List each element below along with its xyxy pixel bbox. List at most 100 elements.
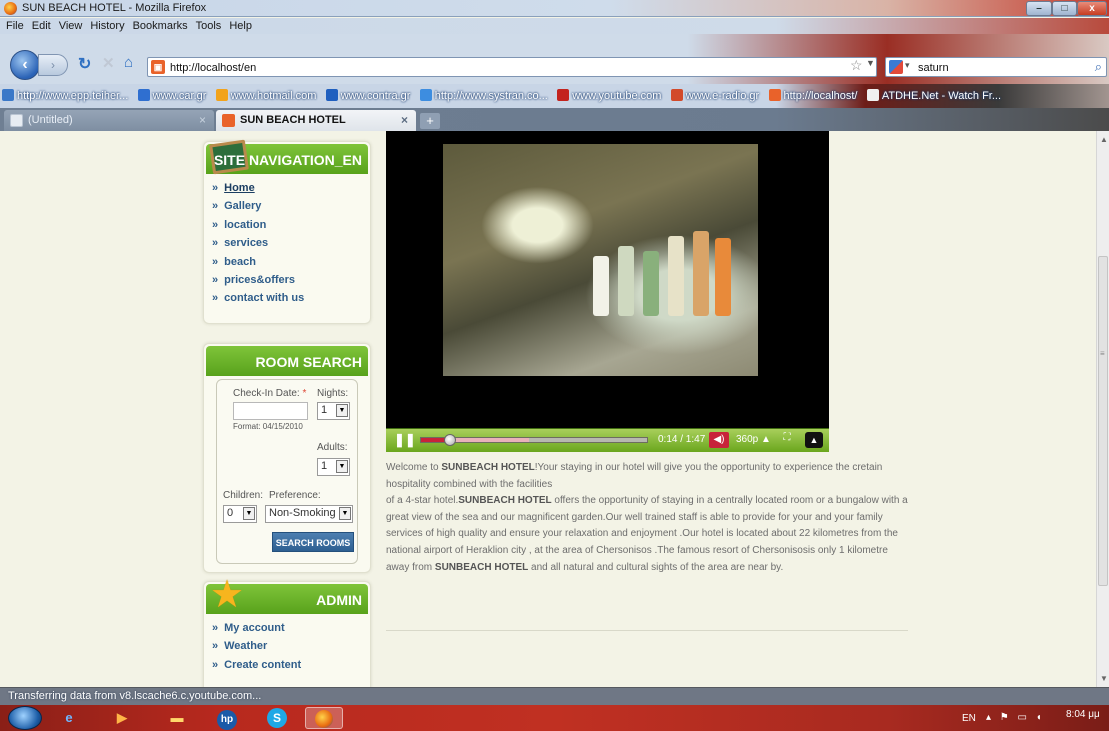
nights-select[interactable]: 1 ▼ — [317, 402, 350, 420]
close-tab-icon[interactable]: × — [199, 113, 206, 127]
block-title: ADMIN — [316, 592, 362, 608]
video-player[interactable] — [386, 131, 829, 428]
bookmark-item[interactable]: www.car.gr — [136, 84, 211, 102]
internet-explorer-icon[interactable]: e — [50, 707, 88, 729]
preference-select[interactable]: Non-Smoking ▼ — [265, 505, 353, 523]
fullscreen-icon[interactable]: ⛶ — [778, 432, 796, 448]
admin-link-create-content[interactable]: Create content — [224, 659, 301, 671]
vertical-scrollbar[interactable]: ▲ ≡ ▼ — [1096, 131, 1109, 687]
menu-help[interactable]: Help — [225, 19, 256, 32]
nav-item-beach: » beach — [212, 255, 256, 268]
bookmark-star-icon[interactable]: ☆ — [850, 57, 863, 74]
quality-selector[interactable]: 360p ▲ — [736, 434, 771, 445]
menu-tools[interactable]: Tools — [192, 19, 226, 32]
taskbar: e ▶ ▬ hp S EN ▴ ⚑ ▭ ◖ 8:04 μμ — [0, 705, 1109, 731]
minimize-button[interactable]: – — [1026, 1, 1052, 16]
media-player-icon[interactable]: ▶ — [103, 707, 141, 729]
search-bar[interactable]: ▾ ⌕ — [885, 57, 1107, 77]
tab-sun-beach-hotel[interactable]: SUN BEACH HOTEL × — [216, 110, 416, 131]
search-engine-icon[interactable] — [889, 60, 903, 74]
seek-bar[interactable] — [420, 434, 648, 446]
scroll-up-icon[interactable]: ▲ — [1100, 135, 1108, 144]
admin-link-weather[interactable]: Weather — [224, 640, 267, 652]
youtube-icon — [557, 89, 570, 101]
nav-link-beach[interactable]: beach — [224, 256, 256, 268]
bookmark-item[interactable]: www.e-radio.gr — [669, 84, 763, 102]
search-icon[interactable]: ⌕ — [1095, 59, 1102, 75]
bookmark-item[interactable]: http://localhost/ — [767, 84, 862, 102]
search-input[interactable] — [918, 60, 1078, 75]
video-bottle — [593, 256, 609, 316]
page-icon — [866, 89, 879, 101]
bookmark-item[interactable]: ATDHE.Net - Watch Fr... — [865, 84, 1005, 102]
bookmark-item[interactable]: www.contra.gr — [324, 84, 415, 102]
expand-icon[interactable]: ▲ — [805, 432, 823, 448]
admin-link-my-account[interactable]: My account — [224, 622, 285, 634]
video-frame[interactable] — [443, 144, 758, 376]
skype-icon[interactable]: S — [258, 707, 296, 729]
nav-link-contact[interactable]: contact with us — [224, 292, 304, 304]
url-input[interactable] — [170, 60, 810, 75]
status-text: Transferring data from v8.lscache6.c.you… — [8, 690, 262, 702]
close-tab-icon[interactable]: × — [401, 113, 408, 127]
video-bottle — [668, 236, 684, 316]
reload-icon[interactable]: ↻ — [78, 54, 96, 74]
scroll-thumb[interactable] — [1098, 256, 1108, 586]
menu-bar: File Edit View History Bookmarks Tools Help — [0, 18, 1109, 34]
tab-untitled[interactable]: (Untitled) × — [4, 110, 214, 131]
adults-select[interactable]: 1 ▼ — [317, 458, 350, 476]
window-titlebar: SUN BEACH HOTEL - Mozilla Firefox – □ x — [0, 0, 1109, 17]
home-icon[interactable]: ⌂ — [124, 54, 142, 74]
back-button[interactable]: ‹ — [10, 50, 40, 80]
pause-icon[interactable]: ❚❚ — [394, 433, 416, 447]
nav-item-services: » services — [212, 237, 269, 250]
menu-view[interactable]: View — [55, 19, 87, 32]
admin-nav-list: » My account » Weather » Create content — [204, 614, 370, 677]
start-button[interactable] — [8, 706, 42, 730]
maximize-button[interactable]: □ — [1052, 1, 1077, 16]
bookmark-item[interactable]: www.hotmail.com — [214, 84, 321, 102]
menu-edit[interactable]: Edit — [28, 19, 55, 32]
scroll-down-icon[interactable]: ▼ — [1100, 674, 1108, 683]
seek-handle[interactable] — [444, 434, 457, 446]
close-window-button[interactable]: x — [1077, 1, 1107, 16]
forward-button[interactable]: › — [38, 54, 68, 76]
nav-link-location[interactable]: location — [224, 219, 266, 231]
volume-icon[interactable]: ◀) — [709, 432, 729, 448]
car-icon — [137, 89, 150, 101]
new-tab-button[interactable]: + — [420, 113, 440, 129]
site-nav-list: » Home » Gallery » location » services » beac… — [204, 174, 370, 311]
nav-link-gallery[interactable]: Gallery — [224, 200, 261, 212]
room-search-form: Check-In Date: * Format: 04/15/2010 Nigh… — [216, 379, 358, 564]
system-clock[interactable]: 8:04 μμ — [1066, 709, 1100, 720]
url-history-dropdown-icon[interactable]: ▼ — [866, 58, 875, 68]
address-bar[interactable]: ▣ — [147, 57, 877, 77]
system-tray-icons[interactable]: ▴ ⚑ ▭ ◖ — [986, 712, 1045, 723]
menu-history[interactable]: History — [86, 19, 128, 32]
checkin-date-input[interactable] — [233, 402, 308, 420]
msn-butterfly-icon — [215, 89, 228, 101]
engine-dropdown-icon[interactable]: ▾ — [905, 60, 910, 71]
bookmark-item[interactable]: http://www.systran.co... — [418, 84, 552, 102]
menu-file[interactable]: File — [0, 19, 28, 32]
nav-item-home: » Home — [212, 182, 255, 194]
block-title: ROOM SEARCH — [255, 354, 362, 370]
nav-link-home[interactable]: Home — [224, 182, 255, 194]
bookmark-item[interactable]: www.youtube.com — [555, 84, 665, 102]
firefox-taskbar-icon[interactable] — [305, 707, 343, 729]
stop-icon[interactable]: ✕ — [102, 54, 120, 74]
language-indicator[interactable]: EN — [962, 713, 976, 724]
bookmark-item[interactable]: http://www.epp.teiher... — [0, 84, 132, 102]
nav-link-prices-offers[interactable]: prices&offers — [224, 274, 295, 286]
search-rooms-button[interactable]: SEARCH ROOMS — [272, 532, 354, 552]
nights-label: Nights: — [317, 388, 349, 399]
menu-bookmarks[interactable]: Bookmarks — [129, 19, 192, 32]
nav-link-services[interactable]: services — [224, 237, 268, 249]
nav-item-contact: » contact with us — [212, 292, 305, 305]
hp-icon[interactable]: hp — [208, 707, 246, 730]
folder-icon[interactable]: ▬ — [158, 707, 196, 729]
status-bar: Transferring data from v8.lscache6.c.you… — [0, 687, 1109, 705]
children-select[interactable]: 0 ▼ — [223, 505, 257, 523]
admin-item-weather: » Weather — [212, 640, 268, 653]
children-label: Children: — [223, 490, 264, 501]
